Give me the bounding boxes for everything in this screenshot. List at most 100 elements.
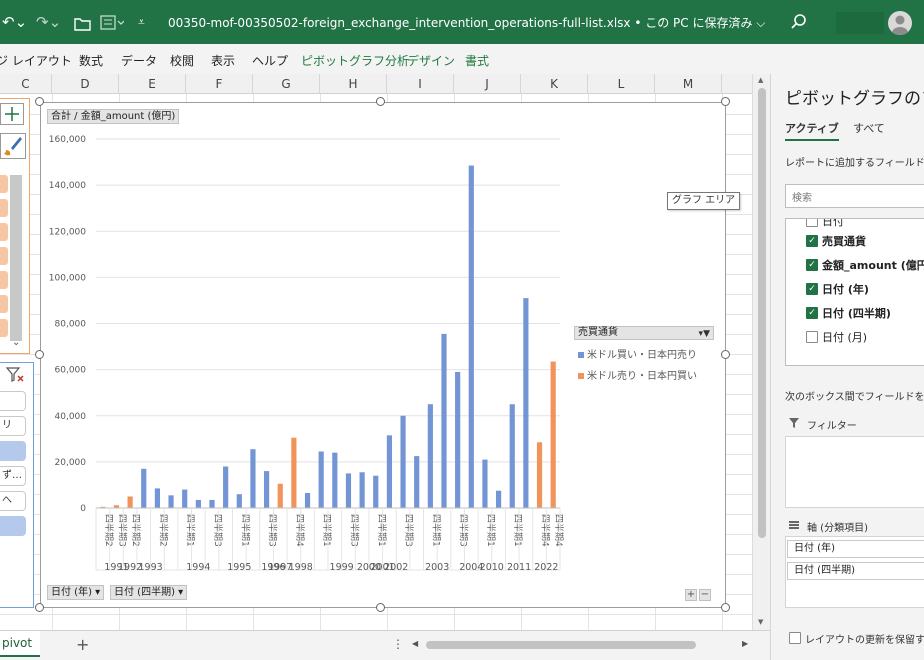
tab-formulas[interactable]: 数式 bbox=[79, 52, 103, 69]
value-field-button[interactable]: 合計 / 金額_amount (億円) bbox=[47, 109, 180, 124]
chevron-down-icon[interactable]: ⌄ bbox=[12, 337, 20, 348]
tab-page-layout[interactable]: ジ レイアウト bbox=[0, 52, 72, 69]
vertical-scrollbar[interactable]: ▲ ▼ bbox=[752, 74, 770, 630]
column-header-d[interactable]: D bbox=[52, 74, 119, 94]
slicer-item[interactable] bbox=[0, 223, 8, 241]
column-header-g[interactable]: G bbox=[253, 74, 320, 94]
resize-handle[interactable] bbox=[376, 97, 385, 106]
field-item-currency[interactable]: ✓ 売買通貨 bbox=[806, 233, 866, 249]
resize-handle[interactable] bbox=[35, 350, 44, 359]
slicer-button[interactable]: ず… bbox=[0, 466, 26, 486]
brush-icon[interactable] bbox=[0, 133, 26, 159]
column-header-f[interactable]: F bbox=[186, 74, 253, 94]
resize-handle[interactable] bbox=[721, 97, 730, 106]
resize-handle[interactable] bbox=[376, 603, 385, 612]
slicer-button-selected[interactable] bbox=[0, 516, 26, 536]
resize-handle[interactable] bbox=[35, 97, 44, 106]
checkbox-checked[interactable]: ✓ bbox=[806, 283, 818, 295]
quarter-tick-label: 四半期2 bbox=[157, 514, 169, 547]
slicer-scrollbar[interactable] bbox=[10, 175, 22, 341]
more-options-icon[interactable]: ⋮ bbox=[392, 637, 404, 651]
slicer-button[interactable] bbox=[0, 391, 26, 411]
resize-handle[interactable] bbox=[35, 603, 44, 612]
slicer-button[interactable]: リ bbox=[0, 416, 26, 436]
clear-filter-icon[interactable] bbox=[6, 367, 24, 383]
resize-handle[interactable] bbox=[721, 350, 730, 359]
column-header-m[interactable]: M bbox=[655, 74, 722, 94]
expand-field-button[interactable]: + bbox=[685, 589, 697, 601]
slicer-item[interactable] bbox=[0, 319, 8, 337]
slicer-left-blue[interactable]: リ ず… へ bbox=[0, 362, 34, 608]
bar-usd-buy bbox=[141, 468, 147, 508]
search-icon[interactable] bbox=[788, 11, 810, 33]
column-header-j[interactable]: J bbox=[454, 74, 521, 94]
defer-layout-update[interactable]: レイアウトの更新を保留する bbox=[789, 631, 924, 646]
column-header-e[interactable]: E bbox=[119, 74, 186, 94]
document-title[interactable]: 00350-mof-00350502-foreign_exchange_inte… bbox=[168, 14, 765, 31]
form-icon[interactable] bbox=[100, 13, 124, 33]
checkbox-unchecked[interactable] bbox=[806, 219, 818, 227]
account-name[interactable] bbox=[836, 12, 884, 34]
checkbox-checked[interactable]: ✓ bbox=[806, 307, 818, 319]
tab-view[interactable]: 表示 bbox=[211, 52, 235, 69]
tab-help[interactable]: ヘルプ bbox=[252, 52, 288, 69]
column-header-i[interactable]: I bbox=[387, 74, 454, 94]
slicer-item[interactable] bbox=[0, 295, 8, 313]
column-header-c[interactable]: C bbox=[0, 74, 52, 94]
scroll-up-icon[interactable]: ▲ bbox=[758, 76, 763, 84]
checkbox-unchecked[interactable] bbox=[789, 632, 801, 644]
multi-select-icon[interactable] bbox=[0, 103, 24, 125]
field-item-year[interactable]: ✓ 日付 (年) bbox=[806, 281, 869, 297]
sheet-tab-pivot[interactable]: pivot bbox=[0, 631, 40, 657]
undo-icon[interactable]: ↶⌄ bbox=[2, 12, 27, 32]
column-header-h[interactable]: H bbox=[320, 74, 387, 94]
slicer-item[interactable] bbox=[0, 271, 8, 289]
axis-item-year[interactable]: 日付 (年) bbox=[787, 540, 924, 558]
chart-legend[interactable]: 売買通貨 ▾▼ 米ドル買い・日本円売り 米ドル売り・日本円買い bbox=[574, 326, 714, 382]
axis-field-button-quarter[interactable]: 日付 (四半期) ▾ bbox=[110, 585, 188, 600]
slicer-item[interactable] bbox=[0, 175, 8, 193]
tab-format[interactable]: 書式 bbox=[465, 52, 489, 69]
field-search-input[interactable]: 検索 bbox=[785, 184, 924, 208]
scroll-right-icon[interactable]: ▶ bbox=[742, 639, 748, 648]
slicer-item[interactable] bbox=[0, 247, 8, 265]
scrollbar-thumb[interactable] bbox=[426, 641, 696, 649]
slicer-left-orange[interactable]: ⌄ bbox=[0, 98, 30, 354]
redo-icon[interactable]: ↷⌄ bbox=[36, 12, 61, 32]
year-tick-label: 2010 bbox=[480, 562, 504, 573]
checkbox-checked[interactable]: ✓ bbox=[806, 259, 818, 271]
open-folder-icon[interactable] bbox=[74, 14, 92, 34]
scroll-down-icon[interactable]: ▼ bbox=[758, 618, 763, 626]
filters-drop-area[interactable] bbox=[785, 436, 924, 508]
tab-design[interactable]: デザイン bbox=[407, 52, 455, 69]
add-sheet-button[interactable]: + bbox=[76, 635, 89, 654]
collapse-field-button[interactable]: − bbox=[699, 589, 711, 601]
scroll-left-icon[interactable]: ◀ bbox=[412, 639, 418, 648]
tab-all[interactable]: すべて bbox=[853, 120, 885, 136]
field-item-month[interactable]: 日付 (月) bbox=[806, 329, 867, 345]
checkbox-checked[interactable]: ✓ bbox=[806, 235, 818, 247]
axis-item-quarter[interactable]: 日付 (四半期) bbox=[787, 562, 924, 580]
field-item-amount[interactable]: ✓ 金額_amount (億円) bbox=[806, 257, 924, 273]
field-item-quarter[interactable]: ✓ 日付 (四半期) bbox=[806, 305, 891, 321]
tab-data[interactable]: データ bbox=[121, 52, 157, 69]
legend-field-button[interactable]: 売買通貨 ▾▼ bbox=[574, 326, 714, 340]
filter-dropdown-icon[interactable]: ▾▼ bbox=[699, 328, 710, 340]
column-header-l[interactable]: L bbox=[588, 74, 655, 94]
tab-review[interactable]: 校閲 bbox=[170, 52, 194, 69]
avatar[interactable] bbox=[888, 11, 912, 35]
slicer-button[interactable]: へ bbox=[0, 491, 26, 511]
axis-field-button-year[interactable]: 日付 (年) ▾ bbox=[47, 585, 105, 600]
tab-pivotchart-analyze[interactable]: ピボットグラフ分析 bbox=[301, 52, 409, 69]
resize-handle[interactable] bbox=[721, 603, 730, 612]
column-header-k[interactable]: K bbox=[521, 74, 588, 94]
scrollbar-thumb[interactable] bbox=[758, 88, 766, 538]
checkbox-unchecked[interactable] bbox=[806, 331, 818, 343]
customize-qat-icon[interactable]: ⩡ bbox=[138, 12, 145, 32]
slicer-item[interactable] bbox=[0, 199, 8, 217]
field-item-date[interactable]: 日付 bbox=[806, 219, 844, 229]
horizontal-scrollbar[interactable]: ◀ ▶ bbox=[412, 639, 752, 651]
tab-active[interactable]: アクティブ bbox=[785, 120, 839, 141]
quarter-tick-label: 四半期3 bbox=[212, 514, 224, 547]
slicer-button-selected[interactable] bbox=[0, 441, 26, 461]
